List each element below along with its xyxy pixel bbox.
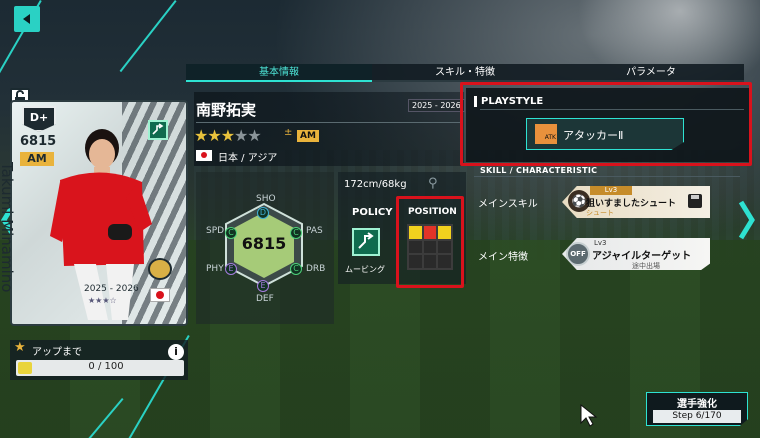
- policy-icon[interactable]: [352, 228, 380, 256]
- position-tag: AM: [297, 130, 319, 142]
- grade-def: E: [257, 280, 269, 292]
- club-emblem: [148, 258, 172, 280]
- stat-phy: PHY: [206, 264, 224, 274]
- grade-spd: C: [225, 227, 237, 239]
- policy-value: ムービング: [345, 265, 385, 274]
- skill-header: SKILL / CHARACTERISTIC: [480, 166, 598, 175]
- grade-phy: E: [225, 263, 237, 275]
- grade-drb: C: [290, 263, 302, 275]
- body-info: 172cm/68kg: [344, 179, 407, 190]
- policy-title: POLICY: [352, 207, 393, 218]
- upgrade-panel: ★ アップまで i 0 / 100: [10, 340, 188, 380]
- info-icon[interactable]: i: [168, 344, 184, 360]
- main-trait-chip[interactable]: OFF Lv3 アジャイルターゲット 途中出場: [562, 238, 710, 270]
- rarity-stars: ★★★★★: [194, 126, 262, 145]
- grade-text: D+: [29, 111, 49, 124]
- divider: [196, 122, 460, 123]
- stat-sho: SHO: [256, 194, 276, 204]
- upgrade-progress-track: 0 / 100: [16, 360, 184, 376]
- save-icon: [688, 194, 702, 208]
- tab-parameters[interactable]: パラメータ: [558, 64, 744, 82]
- season-tag: 2025 - 2026: [408, 99, 465, 112]
- tab-label: パラメータ: [626, 67, 676, 78]
- player-name: 南野拓実: [196, 101, 257, 119]
- next-player-arrow-icon[interactable]: [738, 200, 756, 240]
- star-icon: ★: [14, 340, 26, 355]
- deco-slash: [119, 0, 177, 73]
- main-skill-chip[interactable]: ⚽ Lv3 狙いすましたシュート シュート: [562, 186, 710, 218]
- skill-rule: [474, 176, 740, 177]
- hex-total: 6815: [241, 234, 287, 253]
- main-skill-sub: シュート: [586, 209, 614, 217]
- playstyle-highlight: [460, 82, 752, 166]
- card-flag: [150, 288, 170, 302]
- tab-label: スキル・特徴: [435, 67, 495, 78]
- stat-pas: PAS: [306, 226, 323, 236]
- back-button[interactable]: [14, 6, 40, 32]
- stat-spd: SPD: [206, 226, 225, 236]
- stat-drb: DRB: [306, 264, 326, 274]
- enhance-label: 選手強化: [677, 399, 717, 410]
- main-skill-label: メインスキル: [478, 199, 538, 210]
- upgrade-progress-icon: [18, 362, 32, 374]
- main-trait-icon-tag: OFF: [570, 250, 586, 258]
- main-skill-level: Lv3: [590, 186, 632, 195]
- main-trait-sub: 途中出場: [632, 262, 660, 270]
- enhance-step: Step 6/170: [653, 410, 741, 423]
- tab-skills[interactable]: スキル・特徴: [372, 64, 558, 82]
- grade-sho: D: [257, 207, 269, 219]
- main-trait-label: メイン特徴: [478, 252, 528, 263]
- upgrade-progress-text: 0 / 100: [88, 361, 124, 372]
- nation-flag: [196, 150, 212, 161]
- player-card[interactable]: D+ 6815 AM Takumi Minamino 2025 - 2026 ★…: [0, 100, 188, 326]
- upgrade-label: アップまで: [32, 347, 82, 358]
- nation-text: 日本 / アジア: [218, 153, 278, 164]
- screen: 基本情報 スキル・特徴 パラメータ D+ 6815 AM Takumi Mina…: [0, 0, 760, 438]
- grade-pas: C: [290, 227, 302, 239]
- stat-def: DEF: [256, 294, 274, 304]
- vertical-player-name: Takumi Minamino: [0, 162, 16, 293]
- plus-mark: ±: [284, 127, 293, 138]
- card-stars: ★★★☆: [88, 296, 117, 305]
- tab-basic-info[interactable]: 基本情報: [186, 64, 372, 82]
- enhance-button[interactable]: 選手強化 Step 6/170: [646, 392, 748, 426]
- main-trait-level: Lv3: [594, 239, 607, 247]
- position-highlight: [396, 196, 464, 288]
- cursor-icon: [580, 404, 598, 427]
- card-season: 2025 - 2026: [84, 284, 139, 294]
- foot-icon: ⚲: [428, 176, 438, 191]
- main-trait-name: アジャイルターゲット: [592, 251, 692, 262]
- back-arrow-icon: [23, 14, 30, 24]
- tab-label: 基本情報: [259, 67, 299, 78]
